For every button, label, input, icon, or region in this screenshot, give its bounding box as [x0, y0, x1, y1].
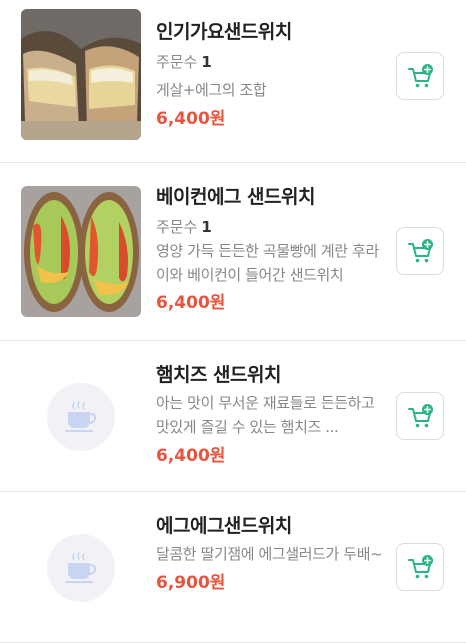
order-count-value: 1 [201, 218, 212, 236]
menu-item-price: 6,400원 [156, 293, 226, 313]
add-to-cart-button[interactable] [396, 543, 444, 591]
menu-item-description: 게살+에그의 조합 [156, 81, 267, 99]
menu-item-name: 인기가요샌드위치 [156, 21, 292, 43]
add-to-cart-button[interactable] [396, 52, 444, 100]
menu-item-description: 영양 가득 든든한 곡물빵에 계란 후라이와 베이컨이 들어간 샌드위치 [156, 242, 379, 284]
sandwich-photo [21, 9, 141, 140]
cart-plus-icon [408, 64, 433, 88]
menu-item[interactable]: 에그에그샌드위치 달콤한 딸기잼에 에그샐러드가 두배~ 6,900원 [0, 492, 466, 643]
menu-item[interactable]: 햄치즈 샌드위치 아는 맛이 무서운 재료들로 든든하고 맛있게 즐길 수 있는… [0, 341, 466, 492]
add-to-cart-button[interactable] [396, 227, 444, 275]
cart-plus-icon [408, 239, 433, 263]
order-count-value: 1 [201, 53, 212, 71]
menu-item[interactable]: 인기가요샌드위치 주문수 1 게살+에그의 조합 6,400원 [0, 0, 466, 163]
menu-item-info: 인기가요샌드위치 주문수 1 게살+에그의 조합 6,400원 [156, 20, 386, 130]
menu-item-name: 에그에그샌드위치 [156, 515, 292, 537]
cart-plus-icon [408, 404, 433, 428]
menu-item-info: 햄치즈 샌드위치 아는 맛이 무서운 재료들로 든든하고 맛있게 즐길 수 있는… [156, 363, 386, 467]
cart-plus-icon [408, 555, 433, 579]
menu-item-info: 에그에그샌드위치 달콤한 딸기잼에 에그샐러드가 두배~ 6,900원 [156, 514, 386, 594]
coffee-cup-icon [65, 401, 97, 432]
menu-item-name: 햄치즈 샌드위치 [156, 364, 281, 386]
menu-item-info: 베이컨에그 샌드위치 주문수 1 영양 가득 든든한 곡물빵에 계란 후라이와 베… [156, 185, 386, 314]
sandwich-photo [21, 186, 141, 317]
add-to-cart-button[interactable] [396, 392, 444, 440]
placeholder-image [47, 383, 115, 451]
order-count-label: 주문수 [156, 53, 198, 71]
coffee-cup-icon [65, 552, 97, 583]
order-count: 주문수 1 [156, 52, 386, 72]
placeholder-image [47, 534, 115, 602]
menu-item-description: 아는 맛이 무서운 재료들로 든든하고 맛있게 즐길 수 있는 햄치즈 ... [156, 394, 375, 436]
menu-list: 인기가요샌드위치 주문수 1 게살+에그의 조합 6,400원 베이컨에그 샌드… [0, 0, 466, 643]
menu-item[interactable]: 베이컨에그 샌드위치 주문수 1 영양 가득 든든한 곡물빵에 계란 후라이와 베… [0, 163, 466, 341]
menu-item-description: 달콤한 딸기잼에 에그샐러드가 두배~ [156, 545, 383, 563]
menu-item-name: 베이컨에그 샌드위치 [156, 186, 315, 208]
menu-item-price: 6,400원 [156, 446, 226, 466]
menu-item-price: 6,900원 [156, 573, 226, 593]
menu-item-price: 6,400원 [156, 109, 226, 129]
order-count: 주문수 1 [156, 217, 386, 237]
order-count-label: 주문수 [156, 218, 198, 236]
